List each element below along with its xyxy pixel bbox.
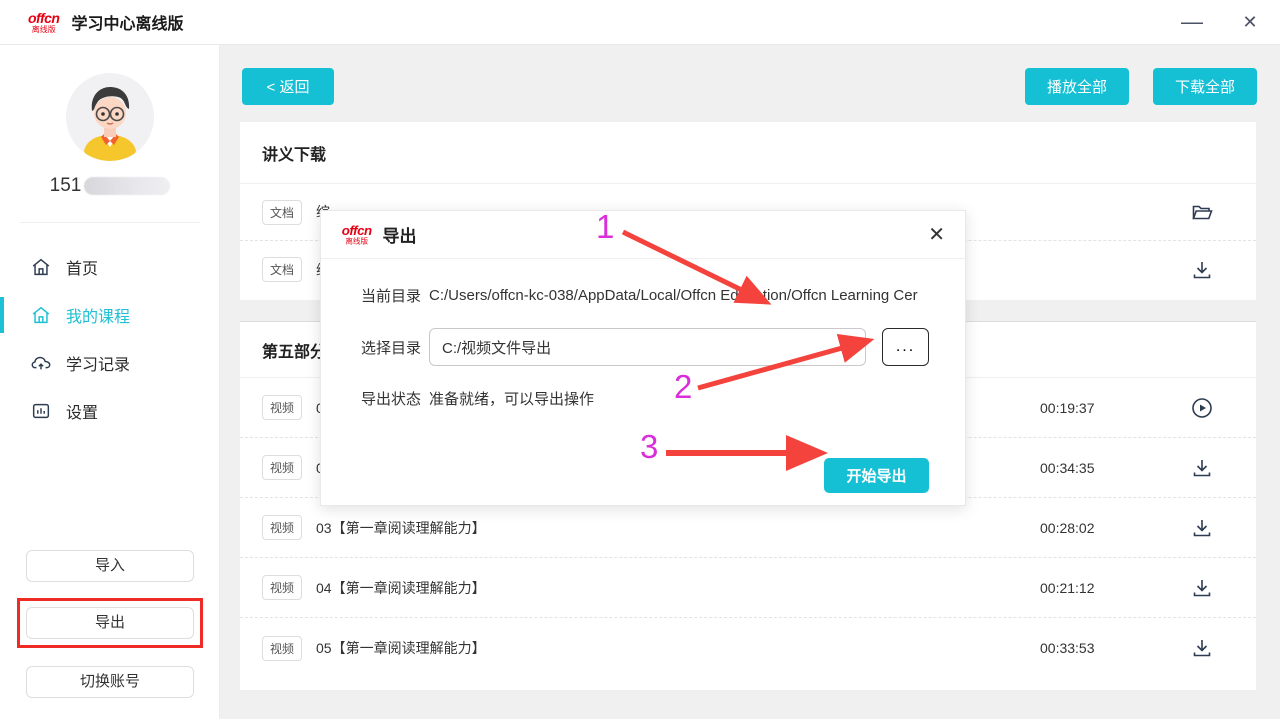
sidebar-divider <box>20 222 200 223</box>
video-duration: 00:33:53 <box>1040 640 1110 656</box>
titlebar: offcn 离线版 学习中心离线版 — ✕ <box>0 0 1280 45</box>
export-status-value: 准备就绪，可以导出操作 <box>429 388 594 409</box>
app-window: offcn 离线版 学习中心离线版 — ✕ <box>0 0 1280 719</box>
download-icon[interactable] <box>1190 636 1214 660</box>
sidebar: 151 首页 我的课程 学习记录 <box>0 45 220 719</box>
play-circle-icon[interactable] <box>1190 396 1214 420</box>
switch-account-button[interactable]: 切换账号 <box>26 666 194 698</box>
import-button[interactable]: 导入 <box>26 550 194 582</box>
offcn-logo-subtext: 离线版 <box>345 238 368 246</box>
export-status-label: 导出状态 <box>361 388 425 409</box>
offcn-logo-text: offcn <box>342 224 372 237</box>
step-2-arrow <box>690 330 880 400</box>
sidebar-item-settings[interactable]: 设置 <box>0 387 220 435</box>
minimize-icon[interactable]: — <box>1180 10 1204 34</box>
download-icon[interactable] <box>1190 516 1214 540</box>
video-row[interactable]: 视频 04【第一章阅读理解能力】 00:21:12 <box>240 558 1256 618</box>
video-badge: 视频 <box>262 455 302 480</box>
select-directory-label: 选择目录 <box>361 337 425 358</box>
download-icon[interactable] <box>1190 258 1214 282</box>
sidebar-item-my-courses[interactable]: 我的课程 <box>0 291 220 339</box>
phone-redacted-mask <box>84 177 170 195</box>
video-row[interactable]: 视频 03【第一章阅读理解能力】 00:28:02 <box>240 498 1256 558</box>
app-title: 学习中心离线版 <box>71 10 183 34</box>
video-badge: 视频 <box>262 515 302 540</box>
offcn-logo: offcn 离线版 <box>342 224 372 246</box>
user-phone: 151 <box>0 175 220 197</box>
handouts-title: 讲义下载 <box>262 141 326 165</box>
avatar <box>66 73 154 161</box>
current-directory-label: 当前目录 <box>361 285 425 306</box>
video-badge: 视频 <box>262 575 302 600</box>
sidebar-nav: 首页 我的课程 学习记录 设置 <box>0 243 220 435</box>
back-button[interactable]: < 返回 <box>242 68 334 105</box>
export-highlight-box: 导出 <box>17 598 203 648</box>
export-dialog-title: 导出 <box>382 222 416 247</box>
video-label: 03【第一章阅读理解能力】 <box>316 518 1040 538</box>
doc-badge: 文档 <box>262 257 302 282</box>
settings-panel-icon <box>30 400 52 422</box>
doc-badge: 文档 <box>262 200 302 225</box>
download-icon[interactable] <box>1190 456 1214 480</box>
video-badge: 视频 <box>262 636 302 661</box>
home-icon <box>30 256 52 278</box>
open-folder-icon[interactable] <box>1190 200 1214 224</box>
video-duration: 00:21:12 <box>1040 580 1110 596</box>
download-all-button[interactable]: 下载全部 <box>1153 68 1257 105</box>
export-button[interactable]: 导出 <box>26 607 194 639</box>
download-icon[interactable] <box>1190 576 1214 600</box>
offcn-logo: offcn 离线版 <box>28 11 59 34</box>
video-duration: 00:28:02 <box>1040 520 1110 536</box>
step-3-number: 3 <box>640 428 658 466</box>
video-row[interactable]: 视频 05【第一章阅读理解能力】 00:33:53 <box>240 618 1256 678</box>
handouts-header: 讲义下载 <box>240 122 1256 184</box>
offcn-logo-text: offcn <box>28 11 59 25</box>
start-export-button[interactable]: 开始导出 <box>824 458 929 493</box>
sidebar-item-study-records[interactable]: 学习记录 <box>0 339 220 387</box>
sidebar-item-label: 设置 <box>66 399 98 423</box>
browse-directory-button[interactable]: ... <box>882 328 929 366</box>
window-close-icon[interactable]: ✕ <box>1238 10 1262 34</box>
sidebar-actions: 导入 导出 切换账号 <box>0 550 220 698</box>
home-icon-active <box>30 304 52 326</box>
video-duration: 00:19:37 <box>1040 400 1110 416</box>
video-duration: 00:34:35 <box>1040 460 1110 476</box>
sidebar-item-label: 学习记录 <box>66 351 130 375</box>
avatar-illustration <box>66 73 154 161</box>
video-label: 04【第一章阅读理解能力】 <box>316 578 1040 598</box>
sidebar-item-home[interactable]: 首页 <box>0 243 220 291</box>
phone-prefix: 151 <box>50 175 82 197</box>
step-3-arrow <box>660 440 825 466</box>
step-1-number: 1 <box>596 208 614 246</box>
course-title: 第五部分 <box>262 338 326 362</box>
dialog-close-icon[interactable]: ✕ <box>928 225 945 245</box>
sidebar-item-label: 首页 <box>66 255 98 279</box>
sidebar-item-label: 我的课程 <box>66 303 130 327</box>
video-badge: 视频 <box>262 395 302 420</box>
offcn-logo-subtext: 离线版 <box>32 26 56 34</box>
video-label: 05【第一章阅读理解能力】 <box>316 638 1040 658</box>
play-all-button[interactable]: 播放全部 <box>1025 68 1129 105</box>
cloud-upload-icon <box>30 352 52 374</box>
step-1-arrow <box>615 222 775 314</box>
